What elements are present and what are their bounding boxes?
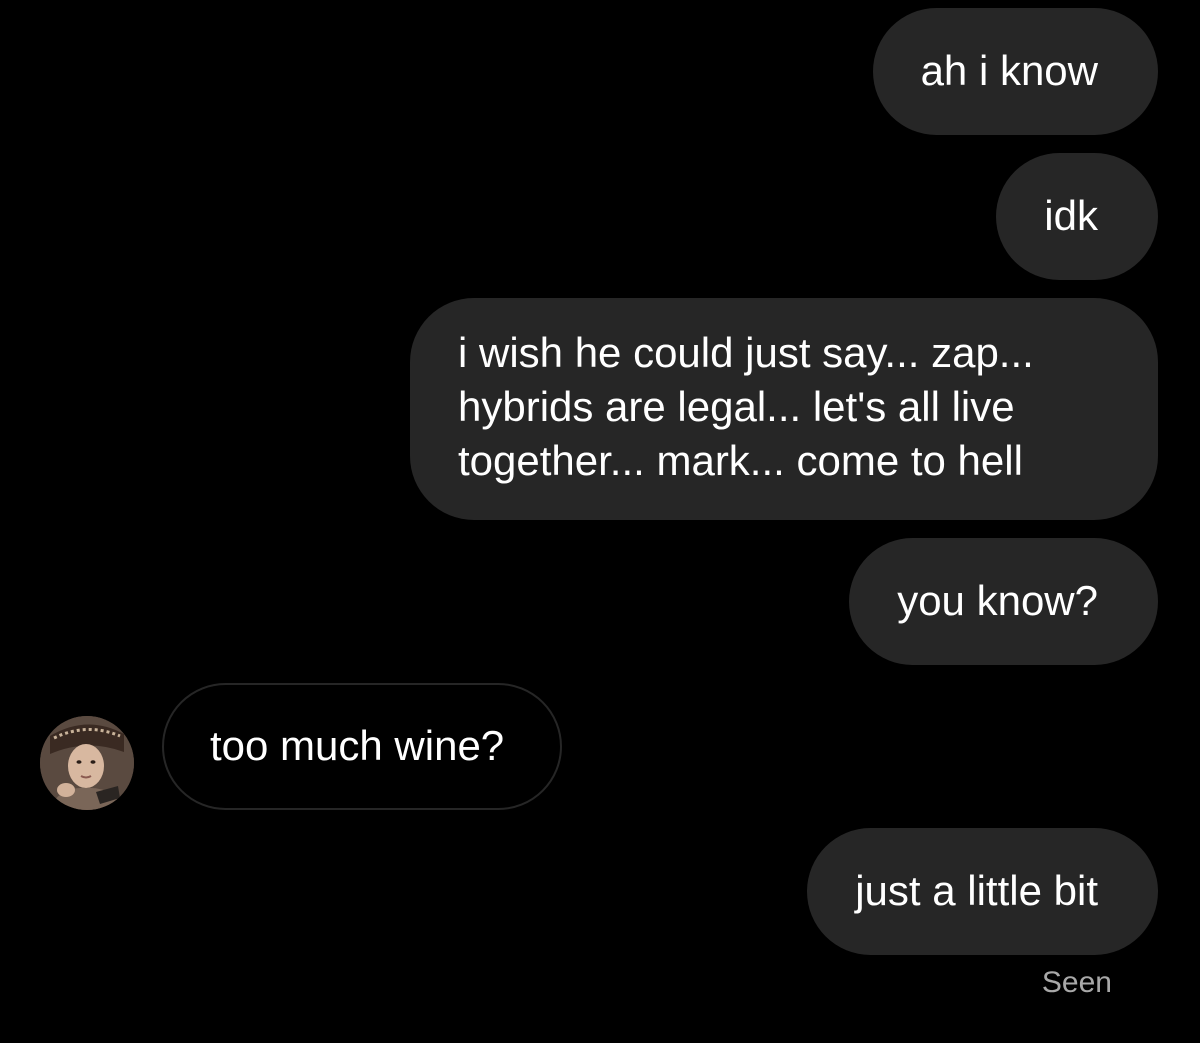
message-text: ah i know <box>920 47 1098 94</box>
sender-avatar[interactable] <box>40 716 134 810</box>
avatar-photo-icon <box>40 716 134 810</box>
message-thread: ah i know idk i wish he could just say..… <box>0 0 1200 1043</box>
message-text-line: i wish he could just say... zap... <box>458 329 1034 376</box>
message-text: too much wine? <box>210 722 505 769</box>
message-bubble-outgoing[interactable]: just a little bit <box>807 828 1158 955</box>
message-text: just a little bit <box>855 867 1098 914</box>
message-bubble-outgoing[interactable]: ah i know <box>872 8 1158 135</box>
message-text: you know? <box>897 577 1098 624</box>
message-text-line: together... mark... come to hell <box>458 437 1023 484</box>
message-bubble-outgoing[interactable]: you know? <box>849 538 1158 665</box>
message-bubble-incoming[interactable]: too much wine? <box>162 683 563 810</box>
message-bubble-outgoing[interactable]: idk <box>996 153 1158 280</box>
seen-status: Seen <box>1041 966 1112 999</box>
message-bubble-outgoing[interactable]: i wish he could just say... zap... hybri… <box>410 298 1158 520</box>
message-text: idk <box>1044 192 1098 239</box>
message-text-line: hybrids are legal... let's all live <box>458 383 1015 430</box>
